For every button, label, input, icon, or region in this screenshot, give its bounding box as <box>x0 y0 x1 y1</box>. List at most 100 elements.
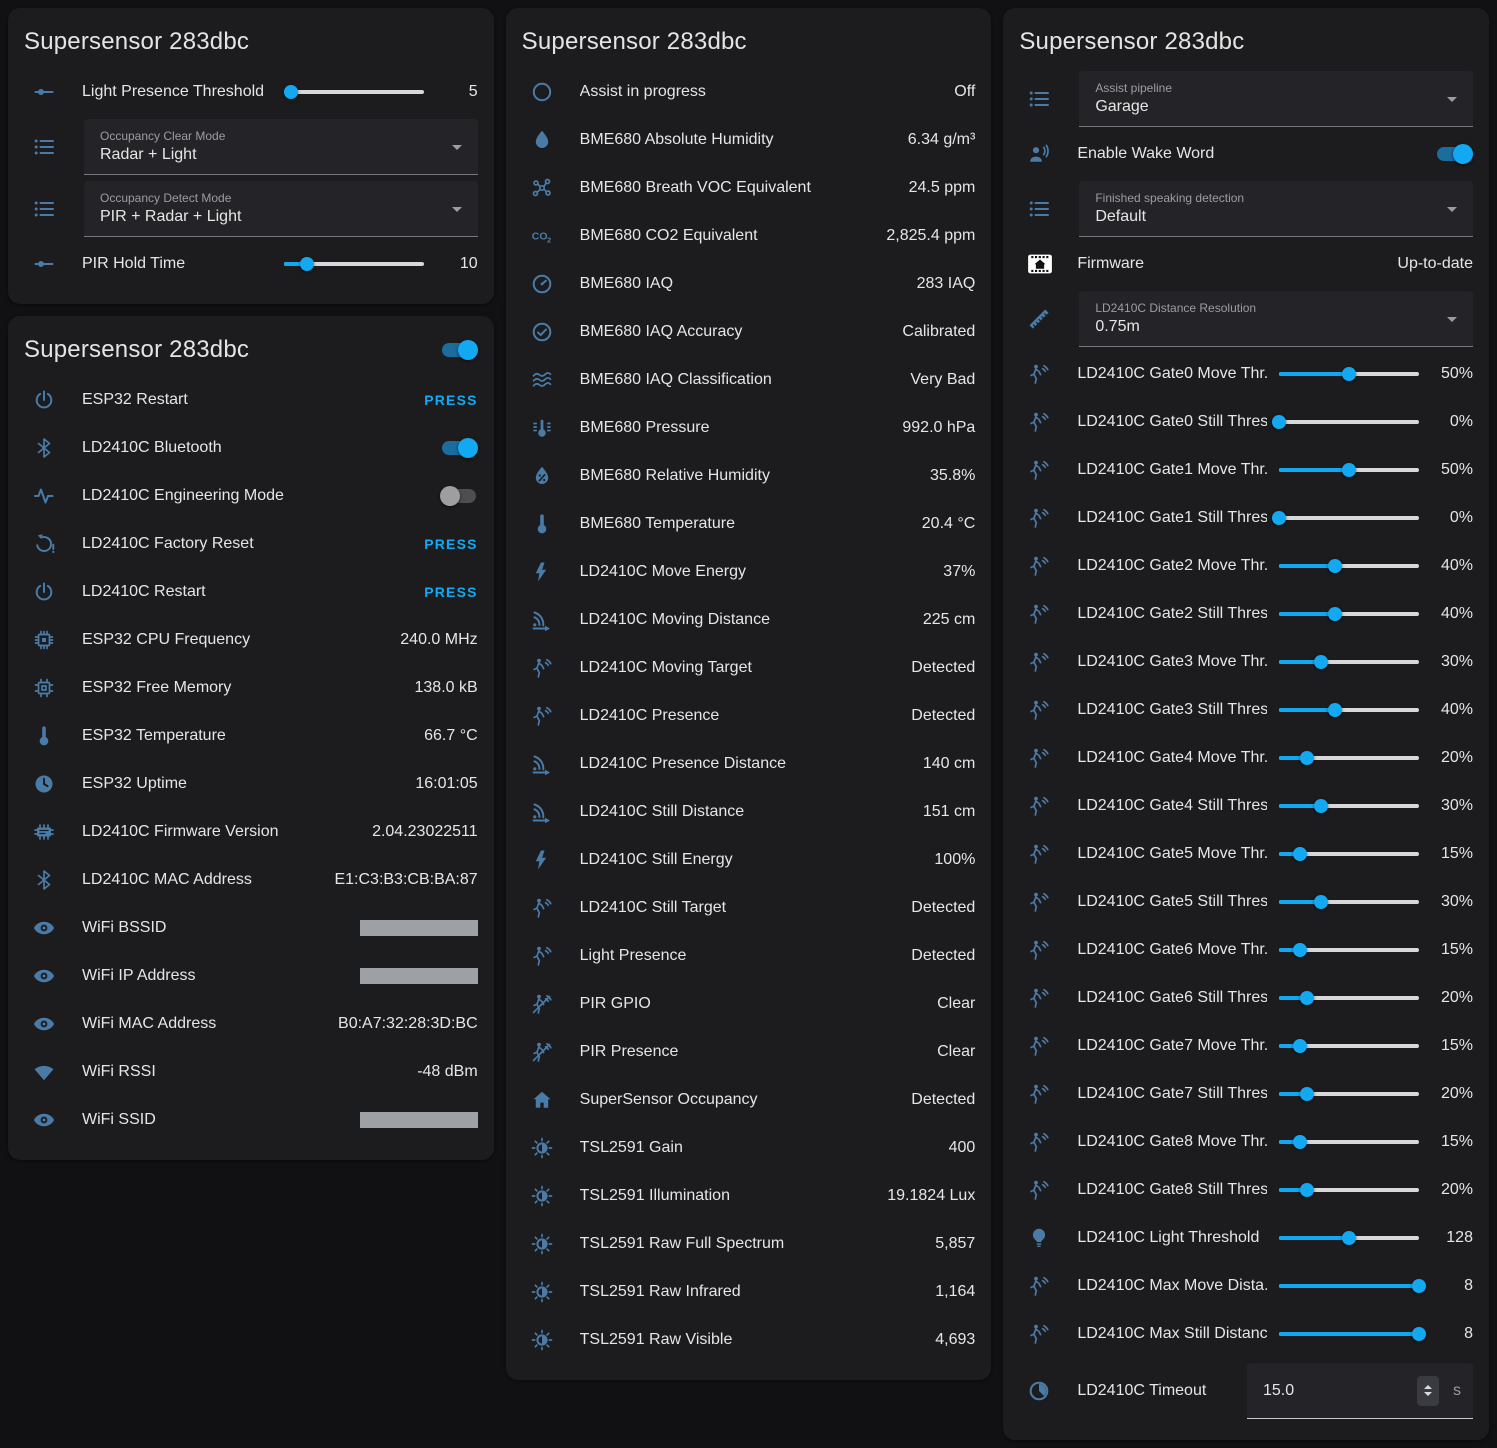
slider-thumb[interactable] <box>1300 1183 1314 1197</box>
row-supersensor-occupancy[interactable]: SuperSensor OccupancyDetected <box>522 1076 976 1124</box>
increment-icon[interactable] <box>1424 1385 1432 1389</box>
row-ld2410c-gate4-move-thr[interactable]: LD2410C Gate4 Move Thr...20% <box>1019 734 1473 782</box>
slider-thumb[interactable] <box>1300 1087 1314 1101</box>
row-ld2410c-gate0-still-thres[interactable]: LD2410C Gate0 Still Thres...0% <box>1019 398 1473 446</box>
row-ld2410c-gate2-still-thres[interactable]: LD2410C Gate2 Still Thres...40% <box>1019 590 1473 638</box>
select-occupancy-detect-mode[interactable]: Occupancy Detect ModePIR + Radar + Light <box>84 181 478 237</box>
row-pir-hold-time[interactable]: PIR Hold Time10 <box>24 240 478 288</box>
row-ld2410c-gate2-move-thr[interactable]: LD2410C Gate2 Move Thr...40% <box>1019 542 1473 590</box>
row-ld2410c-light-threshold[interactable]: LD2410C Light Threshold128 <box>1019 1214 1473 1262</box>
row-ld2410c-gate8-still-thres[interactable]: LD2410C Gate8 Still Thres...20% <box>1019 1166 1473 1214</box>
slider-thumb[interactable] <box>1342 367 1356 381</box>
row-wifi-ip-address[interactable]: WiFi IP Address <box>24 952 478 1000</box>
row-bme680-iaq[interactable]: BME680 IAQ283 IAQ <box>522 260 976 308</box>
slider-ld2410c-gate8-still-thres[interactable] <box>1279 1181 1419 1199</box>
row-wifi-ssid[interactable]: WiFi SSID <box>24 1096 478 1144</box>
slider-ld2410c-max-move-dista[interactable] <box>1279 1277 1419 1295</box>
slider-ld2410c-gate0-still-thres[interactable] <box>1279 413 1419 431</box>
row-esp32-cpu-frequency[interactable]: ESP32 CPU Frequency240.0 MHz <box>24 616 478 664</box>
row-bme680-iaq-classification[interactable]: BME680 IAQ ClassificationVery Bad <box>522 356 976 404</box>
row-esp32-free-memory[interactable]: ESP32 Free Memory138.0 kB <box>24 664 478 712</box>
press-button-ld2410c-restart[interactable]: PRESS <box>424 584 477 600</box>
row-bme680-relative-humidity[interactable]: BME680 Relative Humidity35.8% <box>522 452 976 500</box>
slider-thumb[interactable] <box>1342 463 1356 477</box>
row-ld2410c-gate6-move-thr[interactable]: LD2410C Gate6 Move Thr...15% <box>1019 926 1473 974</box>
row-tsl2591-raw-infrared[interactable]: TSL2591 Raw Infrared1,164 <box>522 1268 976 1316</box>
row-ld2410c-move-energy[interactable]: LD2410C Move Energy37% <box>522 548 976 596</box>
row-tsl2591-raw-visible[interactable]: TSL2591 Raw Visible4,693 <box>522 1316 976 1364</box>
toggle-enable-wake-word[interactable] <box>1435 142 1473 166</box>
slider-ld2410c-gate4-move-thr[interactable] <box>1279 749 1419 767</box>
row-light-presence[interactable]: Light PresenceDetected <box>522 932 976 980</box>
row-pir-presence[interactable]: PIR PresenceClear <box>522 1028 976 1076</box>
row-ld2410c-restart[interactable]: LD2410C RestartPRESS <box>24 568 478 616</box>
row-ld2410c-firmware-version[interactable]: LD2410C Firmware Version2.04.23022511 <box>24 808 478 856</box>
row-ld2410c-mac-address[interactable]: LD2410C MAC AddressE1:C3:B3:CB:BA:87 <box>24 856 478 904</box>
row-ld2410c-gate7-move-thr[interactable]: LD2410C Gate7 Move Thr...15% <box>1019 1022 1473 1070</box>
row-ld2410c-gate3-still-thres[interactable]: LD2410C Gate3 Still Thres...40% <box>1019 686 1473 734</box>
slider-ld2410c-gate6-still-thres[interactable] <box>1279 989 1419 1007</box>
slider-thumb[interactable] <box>1342 1231 1356 1245</box>
row-ld2410c-max-still-distanc[interactable]: LD2410C Max Still Distanc...8 <box>1019 1310 1473 1358</box>
slider-thumb[interactable] <box>1293 847 1307 861</box>
row-esp32-temperature[interactable]: ESP32 Temperature66.7 °C <box>24 712 478 760</box>
slider-ld2410c-gate3-move-thr[interactable] <box>1279 653 1419 671</box>
row-bme680-iaq-accuracy[interactable]: BME680 IAQ AccuracyCalibrated <box>522 308 976 356</box>
row-ld2410c-timeout[interactable]: LD2410C Timeouts <box>1019 1358 1473 1424</box>
row-ld2410c-gate0-move-thr[interactable]: LD2410C Gate0 Move Thr...50% <box>1019 350 1473 398</box>
slider-ld2410c-gate2-still-thres[interactable] <box>1279 605 1419 623</box>
row-light-presence-threshold[interactable]: Light Presence Threshold5 <box>24 68 478 116</box>
slider-ld2410c-gate5-move-thr[interactable] <box>1279 845 1419 863</box>
slider-thumb[interactable] <box>1412 1279 1426 1293</box>
slider-ld2410c-gate7-still-thres[interactable] <box>1279 1085 1419 1103</box>
slider-thumb[interactable] <box>1314 799 1328 813</box>
row-assist-in-progress[interactable]: Assist in progressOff <box>522 68 976 116</box>
row-ld2410c-gate1-still-thres[interactable]: LD2410C Gate1 Still Thres...0% <box>1019 494 1473 542</box>
slider-track[interactable] <box>1279 516 1419 520</box>
row-ld2410c-still-energy[interactable]: LD2410C Still Energy100% <box>522 836 976 884</box>
row-ld2410c-gate5-still-thres[interactable]: LD2410C Gate5 Still Thres...30% <box>1019 878 1473 926</box>
slider-thumb[interactable] <box>1328 607 1342 621</box>
slider-ld2410c-light-threshold[interactable] <box>1279 1229 1419 1247</box>
row-ld2410c-gate6-still-thres[interactable]: LD2410C Gate6 Still Thres...20% <box>1019 974 1473 1022</box>
slider-pir-hold-time[interactable] <box>284 255 424 273</box>
slider-ld2410c-gate6-move-thr[interactable] <box>1279 941 1419 959</box>
press-button-esp32-restart[interactable]: PRESS <box>424 392 477 408</box>
row-ld2410c-moving-distance[interactable]: LD2410C Moving Distance225 cm <box>522 596 976 644</box>
row-ld2410c-engineering-mode[interactable]: LD2410C Engineering Mode <box>24 472 478 520</box>
slider-thumb[interactable] <box>1314 895 1328 909</box>
select-occupancy-clear-mode[interactable]: Occupancy Clear ModeRadar + Light <box>84 119 478 175</box>
row-ld2410c-presence[interactable]: LD2410C PresenceDetected <box>522 692 976 740</box>
toggle-ld2410c-engineering-mode[interactable] <box>440 484 478 508</box>
row-tsl2591-illumination[interactable]: TSL2591 Illumination19.1824 Lux <box>522 1172 976 1220</box>
slider-thumb[interactable] <box>300 257 314 271</box>
decrement-icon[interactable] <box>1424 1392 1432 1396</box>
number-input[interactable] <box>1263 1382 1417 1400</box>
row-firmware[interactable]: FirmwareUp-to-date <box>1019 240 1473 288</box>
row-wifi-mac-address[interactable]: WiFi MAC AddressB0:A7:32:28:3D:BC <box>24 1000 478 1048</box>
toggle-ld2410c-bluetooth[interactable] <box>440 436 478 460</box>
select-finished-speaking-detection[interactable]: Finished speaking detectionDefault <box>1079 181 1473 237</box>
slider-thumb[interactable] <box>284 85 298 99</box>
slider-ld2410c-gate7-move-thr[interactable] <box>1279 1037 1419 1055</box>
slider-ld2410c-max-still-distanc[interactable] <box>1279 1325 1419 1343</box>
row-ld2410c-factory-reset[interactable]: LD2410C Factory ResetPRESS <box>24 520 478 568</box>
slider-thumb[interactable] <box>1272 511 1286 525</box>
toggle-thumb[interactable] <box>458 340 478 360</box>
row-ld2410c-gate1-move-thr[interactable]: LD2410C Gate1 Move Thr...50% <box>1019 446 1473 494</box>
slider-track[interactable] <box>284 90 424 94</box>
slider-ld2410c-gate5-still-thres[interactable] <box>1279 893 1419 911</box>
slider-thumb[interactable] <box>1293 1039 1307 1053</box>
slider-thumb[interactable] <box>1300 991 1314 1005</box>
row-pir-gpio[interactable]: PIR GPIOClear <box>522 980 976 1028</box>
card-header-toggle[interactable] <box>440 338 478 362</box>
row-ld2410c-gate4-still-thres[interactable]: LD2410C Gate4 Still Thres...30% <box>1019 782 1473 830</box>
slider-ld2410c-gate2-move-thr[interactable] <box>1279 557 1419 575</box>
select-ld2410c-distance-resolution[interactable]: LD2410C Distance Resolution0.75m <box>1079 291 1473 347</box>
row-wifi-bssid[interactable]: WiFi BSSID <box>24 904 478 952</box>
row-occupancy-clear-mode[interactable]: Occupancy Clear ModeRadar + Light <box>24 116 478 178</box>
row-esp32-restart[interactable]: ESP32 RestartPRESS <box>24 376 478 424</box>
row-tsl2591-gain[interactable]: TSL2591 Gain400 <box>522 1124 976 1172</box>
slider-thumb[interactable] <box>1293 1135 1307 1149</box>
stepper-buttons[interactable] <box>1417 1376 1439 1406</box>
